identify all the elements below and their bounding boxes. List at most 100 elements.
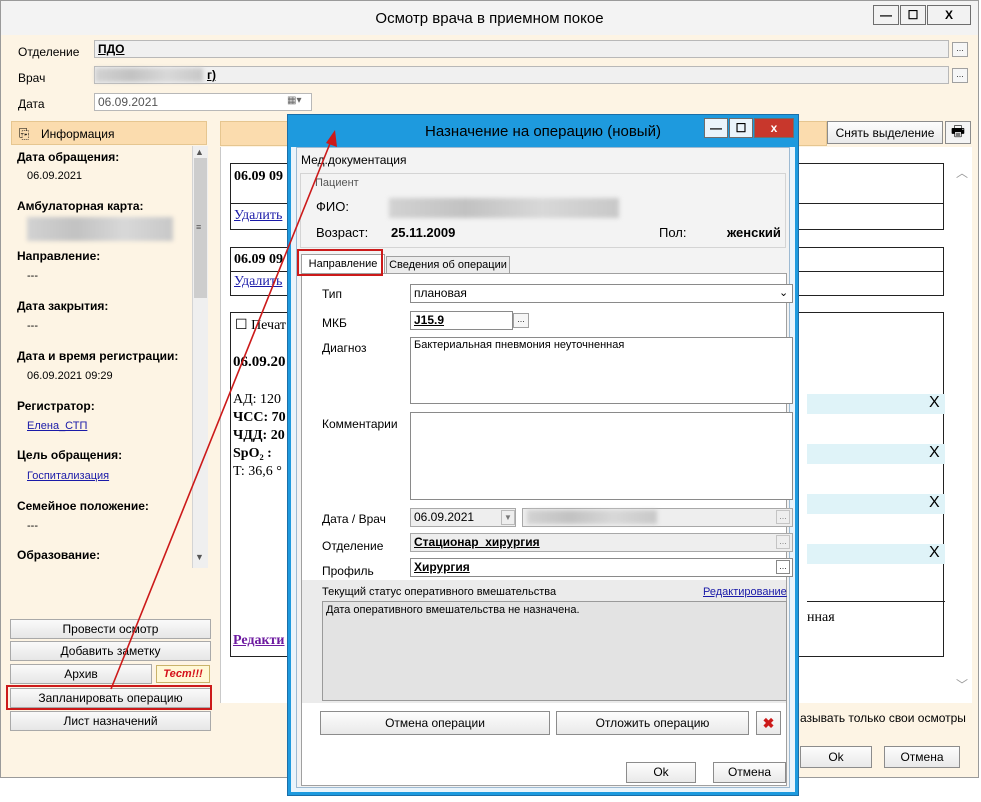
info-tab[interactable]: ⎘ Информация (11, 121, 207, 145)
calendar-icon[interactable]: ▦▾ (287, 95, 311, 109)
center-scroll-down-icon[interactable]: ﹀ (956, 676, 968, 693)
row-highlight (807, 494, 945, 514)
info-label: Образование: (17, 548, 101, 562)
dialog-close-button[interactable]: x (754, 118, 794, 138)
type-select[interactable]: плановая ⌄ (410, 284, 793, 303)
dialog-title-bar[interactable]: Назначение на операцию (новый) — ☐ x (288, 115, 798, 147)
info-label: Направление: (17, 249, 101, 263)
print-checkbox[interactable]: ☐ Печат (235, 317, 286, 334)
dialog-minimize-button[interactable]: — (704, 118, 728, 138)
doctor-name-suffix: г) (207, 68, 216, 82)
conduct-exam-button[interactable]: Провести осмотр (10, 619, 211, 639)
registrar-link[interactable]: Елена_СТП (27, 420, 87, 432)
profile-picker-button[interactable]: ... (776, 560, 790, 574)
doctor-label: Врач (18, 71, 46, 85)
print-icon[interactable]: 🖶 (945, 121, 971, 144)
highlight-box (297, 249, 383, 276)
cancel-operation-button[interactable]: Отмена операции (320, 711, 550, 735)
op-department-field[interactable]: Стационар_хирургия ... (410, 533, 793, 552)
scroll-down-icon[interactable]: ▼ (195, 552, 204, 562)
chevron-down-icon: ⌄ (779, 287, 789, 299)
department-label: Отделение (18, 45, 80, 59)
type-label: Тип (322, 287, 343, 301)
ambulatory-card-blurred (27, 217, 173, 241)
delete-exam-link[interactable]: Удалить (234, 208, 282, 224)
prescription-sheet-button[interactable]: Лист назначений (10, 711, 211, 731)
sex-label: Пол: (659, 225, 687, 240)
type-select-value: плановая (414, 286, 467, 300)
op-department-value: Стационар_хирургия (414, 535, 540, 549)
doctor-field[interactable]: г) (94, 66, 949, 84)
operation-dialog: Назначение на операцию (новый) — ☐ x Мед… (287, 114, 799, 796)
status-edit-link[interactable]: Редактирование (703, 586, 787, 598)
vital-temp: T: 36,6 ° (233, 464, 282, 479)
show-own-exams-checkbox-label[interactable]: азывать только свои осмотры (800, 711, 966, 725)
info-label: Цель обращения: (17, 448, 123, 462)
status-text: Дата оперативного вмешательства не назна… (322, 601, 787, 701)
test-badge: Тест!!! (156, 665, 210, 683)
department-field[interactable]: ПДО (94, 40, 949, 58)
vital-hr: ЧСС: 70 (233, 410, 286, 425)
status-label: Текущий статус оперативного вмешательств… (322, 586, 557, 598)
operation-doctor-blurred (527, 510, 657, 524)
info-tab-label: Информация (41, 127, 115, 141)
main-ok-button[interactable]: Ok (800, 746, 872, 768)
tab-operation-info[interactable]: Сведения об операции (386, 256, 510, 273)
minimize-button[interactable]: — (873, 5, 899, 25)
remove-row-icon[interactable]: X (929, 444, 940, 462)
mkb-field[interactable]: J15.9 (410, 311, 513, 330)
profile-field[interactable]: Хирургия ... (410, 558, 793, 577)
edit-exam-link[interactable]: Редакти (233, 633, 285, 649)
info-label: Семейное положение: (17, 499, 149, 513)
sex-value: женский (727, 225, 781, 240)
med-docs-menu[interactable]: Мед.документация (301, 153, 406, 167)
operation-doctor-field[interactable]: ... (522, 508, 793, 527)
highlight-box (6, 685, 212, 710)
info-label: Дата и время регистрации: (17, 349, 179, 363)
maximize-button[interactable]: ☐ (900, 5, 926, 25)
profile-label: Профиль (322, 564, 374, 578)
date-field[interactable]: 06.09.2021 (94, 93, 312, 111)
remove-row-icon[interactable]: X (929, 494, 940, 512)
age-label: Возраст: (316, 225, 369, 240)
postpone-operation-button[interactable]: Отложить операцию (556, 711, 749, 735)
close-button[interactable]: X (927, 5, 971, 25)
left-scrollbar[interactable]: ▲ ≡ ▼ (192, 146, 208, 568)
main-cancel-button[interactable]: Отмена (884, 746, 960, 768)
dialog-ok-button[interactable]: Ok (626, 762, 696, 783)
doctor-picker-button[interactable]: ... (776, 510, 790, 524)
diagnosis-textarea[interactable]: Бактериальная пневмония неуточненная (410, 337, 793, 404)
date-label: Дата (18, 97, 45, 111)
operation-date-value: 06.09.2021 (414, 510, 475, 524)
dialog-cancel-button[interactable]: Отмена (713, 762, 786, 783)
exam-card-date: 06.09.20 (233, 354, 286, 370)
dialog-maximize-button[interactable]: ☐ (729, 118, 753, 138)
operation-date-field[interactable]: 06.09.2021 ▼ (410, 508, 516, 527)
add-note-button[interactable]: Добавить заметку (10, 641, 211, 661)
exam-card-title: 06.09 09 (234, 252, 283, 267)
clear-selection-button[interactable]: Снять выделение (827, 121, 943, 144)
mkb-picker-button[interactable]: ... (513, 313, 529, 328)
delete-exam-link[interactable]: Удалить (234, 274, 282, 290)
scroll-up-icon[interactable]: ▲ (195, 147, 204, 157)
op-department-picker-button[interactable]: ... (776, 535, 790, 549)
delete-icon[interactable]: ✖ (756, 711, 781, 735)
doctor-picker-button[interactable]: ... (952, 68, 968, 83)
visit-purpose-link[interactable]: Госпитализация (27, 470, 109, 482)
comment-textarea[interactable] (410, 412, 793, 500)
op-department-label: Отделение (322, 539, 384, 553)
profile-value: Хирургия (414, 560, 470, 574)
date-dropdown-icon[interactable]: ▼ (501, 510, 515, 525)
remove-row-icon[interactable]: X (929, 394, 940, 412)
main-window-title: Осмотр врача в приемном покое (375, 10, 604, 27)
department-picker-button[interactable]: ... (952, 42, 968, 57)
row-highlight (807, 444, 945, 464)
comment-label: Комментарии (322, 417, 398, 431)
archive-button[interactable]: Архив (10, 664, 152, 684)
info-icon: ⎘ (19, 126, 30, 141)
info-value: --- (27, 520, 38, 532)
info-value: 06.09.2021 (27, 170, 83, 182)
center-scroll-up-icon[interactable]: ︿ (956, 164, 968, 181)
remove-row-icon[interactable]: X (929, 544, 940, 562)
diagnosis-label: Диагноз (322, 341, 367, 355)
